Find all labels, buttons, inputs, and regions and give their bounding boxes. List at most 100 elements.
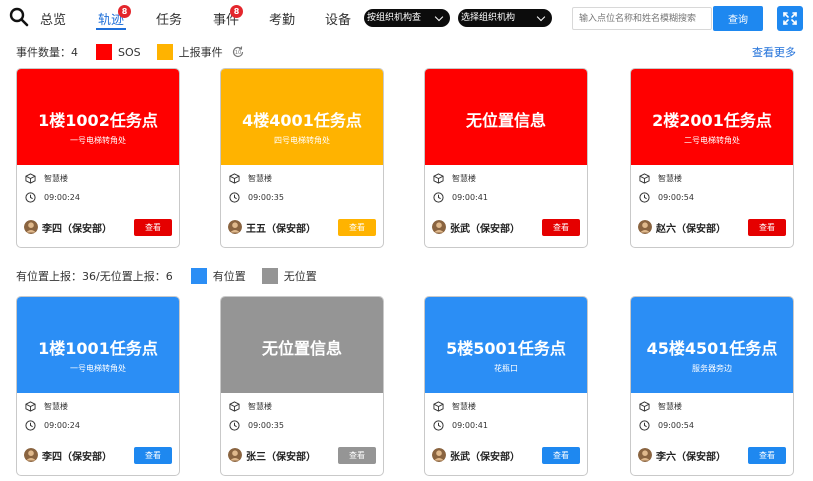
card-header: 45楼4501任务点 服务器旁边 <box>631 297 793 393</box>
card-building: 智慧楼 <box>639 400 682 412</box>
fullscreen-button[interactable] <box>777 6 803 31</box>
org-query-select-label: 按组织机构查 <box>367 13 422 23</box>
person-name: 张武（保安部） <box>450 451 520 463</box>
task-point-card[interactable]: 45楼4501任务点 服务器旁边智慧楼 09:00:54 李六（保安部） 查看 <box>630 296 794 476</box>
cube-icon <box>25 172 36 184</box>
card-time: 09:00:54 <box>639 191 694 203</box>
nav-item-task[interactable]: 任务 <box>156 9 182 28</box>
cube-icon <box>229 400 240 412</box>
task-point-card[interactable]: 1楼1002任务点 一号电梯转角处 智慧楼 09:00:24 李四（保安部） 查看 <box>16 68 180 248</box>
card-title: 5楼5001任务点 <box>446 339 566 358</box>
chevron-down-icon <box>536 12 546 22</box>
view-button[interactable]: 查看 <box>134 447 172 464</box>
task-point-card[interactable]: 无位置信息 智慧楼 09:00:41 张武（保安部） 查看 <box>424 68 588 248</box>
building-name: 智慧楼 <box>248 401 272 411</box>
report-time: 09:00:41 <box>452 420 488 430</box>
view-button[interactable]: 查看 <box>748 447 786 464</box>
card-header: 无位置信息 <box>425 69 587 165</box>
card-subtitle: 一号电梯转角处 <box>70 364 126 373</box>
view-more-link[interactable]: 查看更多 <box>752 44 796 60</box>
sos-swatch <box>96 44 112 60</box>
card-title: 1楼1002任务点 <box>38 111 158 130</box>
card-header: 1楼1002任务点 一号电梯转角处 <box>17 69 179 165</box>
event-legend-row: 事件数量：4 SOS 上报事件 10 <box>16 43 245 61</box>
card-time: 09:00:41 <box>433 191 488 203</box>
clock-icon <box>433 419 444 431</box>
card-building: 智慧楼 <box>25 400 68 412</box>
location-count: 有位置上报：36/无位置上报：6 <box>16 270 173 283</box>
card-subtitle: 四号电梯转角处 <box>274 136 330 145</box>
task-point-card[interactable]: 5楼5001任务点 花瓶口智慧楼 09:00:41 张武（保安部） 查看 <box>424 296 588 476</box>
org-query-select[interactable]: 按组织机构查 <box>364 9 450 27</box>
event-count: 事件数量：4 <box>16 46 78 59</box>
card-title: 无位置信息 <box>261 339 342 358</box>
building-name: 智慧楼 <box>658 173 682 183</box>
clock-icon <box>229 191 240 203</box>
card-title: 1楼1001任务点 <box>38 339 158 358</box>
person-name: 李四（保安部） <box>42 451 112 463</box>
cube-icon <box>639 172 650 184</box>
clock-icon <box>433 191 444 203</box>
task-point-card[interactable]: 4楼4001任务点 四号电梯转角处 智慧楼 09:00:35 王五（保安部） 查看 <box>220 68 384 248</box>
cube-icon <box>229 172 240 184</box>
building-name: 智慧楼 <box>44 173 68 183</box>
card-time: 09:00:54 <box>639 419 694 431</box>
top-nav-bar: 总览 轨迹 8 任务 事件 8 考勤 设备 按组织机构查 选择组织机构 查询 <box>0 0 813 36</box>
avatar <box>24 220 38 234</box>
card-person: 赵六（保安部） <box>638 220 726 235</box>
has-location-legend-label: 有位置 <box>212 270 246 283</box>
person-name: 赵六（保安部） <box>656 223 726 235</box>
location-legend-row: 有位置上报：36/无位置上报：6 有位置 无位置 <box>16 267 317 285</box>
view-button[interactable]: 查看 <box>338 219 376 236</box>
card-header: 5楼5001任务点 花瓶口 <box>425 297 587 393</box>
has-location-swatch <box>190 268 207 284</box>
cube-icon <box>433 172 444 184</box>
view-button[interactable]: 查看 <box>338 447 376 464</box>
building-name: 智慧楼 <box>658 401 682 411</box>
fullscreen-icon <box>783 12 797 25</box>
card-title: 4楼4001任务点 <box>242 111 362 130</box>
search-button[interactable]: 查询 <box>713 6 763 31</box>
nav-item-overview[interactable]: 总览 <box>40 9 66 28</box>
nav-item-device[interactable]: 设备 <box>325 9 351 28</box>
person-name: 王五（保安部） <box>246 223 316 235</box>
card-building: 智慧楼 <box>229 400 272 412</box>
avatar <box>228 448 242 462</box>
person-name: 张武（保安部） <box>450 223 520 235</box>
chevron-down-icon <box>434 12 444 22</box>
building-name: 智慧楼 <box>44 401 68 411</box>
card-time: 09:00:24 <box>25 191 80 203</box>
task-point-card[interactable]: 2楼2001任务点 二号电梯转角处 智慧楼 09:00:54 赵六（保安部） 查看 <box>630 68 794 248</box>
search-input[interactable] <box>572 7 712 30</box>
building-name: 智慧楼 <box>452 401 476 411</box>
task-point-card[interactable]: 无位置信息智慧楼 09:00:35 张三（保安部） 查看 <box>220 296 384 476</box>
cube-icon <box>433 400 444 412</box>
no-location-legend-label: 无位置 <box>283 270 317 283</box>
card-header: 1楼1001任务点一号电梯转角处 <box>17 297 179 393</box>
sos-legend-label: SOS <box>118 45 141 59</box>
track-badge: 8 <box>118 5 131 18</box>
task-point-card[interactable]: 1楼1001任务点一号电梯转角处智慧楼 09:00:24 李四（保安部） 查看 <box>16 296 180 476</box>
card-header: 无位置信息 <box>221 297 383 393</box>
card-time: 09:00:24 <box>25 419 80 431</box>
org-choose-select[interactable]: 选择组织机构 <box>458 9 552 27</box>
view-button[interactable]: 查看 <box>748 219 786 236</box>
card-person: 张三（保安部） <box>228 448 316 463</box>
card-time: 09:00:41 <box>433 419 488 431</box>
card-title: 45楼4501任务点 <box>646 339 778 358</box>
view-button[interactable]: 查看 <box>542 447 580 464</box>
report-time: 09:00:24 <box>44 420 80 430</box>
report-time: 09:00:35 <box>248 420 284 430</box>
nav-item-attendance[interactable]: 考勤 <box>269 9 295 28</box>
active-tab-indicator <box>96 28 126 30</box>
card-person: 李六（保安部） <box>638 448 726 463</box>
report-time: 09:00:24 <box>44 192 80 202</box>
refresh-icon[interactable]: 10 <box>231 45 245 59</box>
view-button[interactable]: 查看 <box>134 219 172 236</box>
search-icon[interactable] <box>9 7 29 27</box>
view-button[interactable]: 查看 <box>542 219 580 236</box>
avatar <box>24 448 38 462</box>
svg-text:10: 10 <box>234 50 240 56</box>
report-legend-label: 上报事件 <box>178 46 223 59</box>
card-person: 李四（保安部） <box>24 448 112 463</box>
